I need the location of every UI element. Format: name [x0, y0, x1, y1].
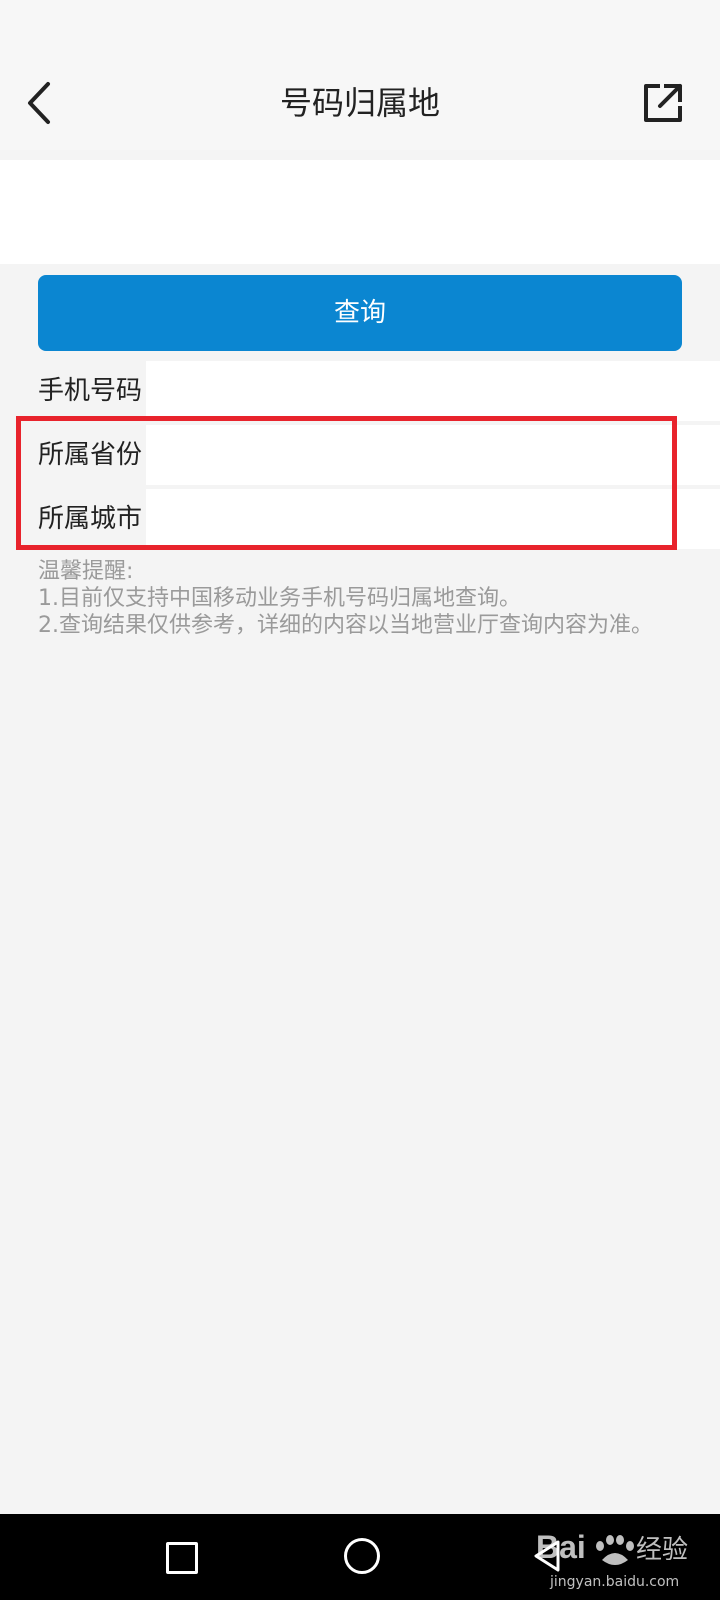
recent-apps-button[interactable] — [166, 1542, 198, 1574]
query-button[interactable]: 查询 — [38, 275, 682, 351]
phone-label: 手机号码 — [38, 376, 143, 406]
baidu-paw-logo: Bai 经验 — [536, 1529, 688, 1565]
phone-value — [146, 361, 720, 421]
watermark-domain: jingyan.baidu.com — [550, 1574, 680, 1590]
system-nav-bar: Bai 经验 jingyan.baidu.com — [0, 1514, 720, 1600]
page-title: 号码归属地 — [279, 84, 440, 122]
tips-title: 温馨提醒: — [38, 559, 134, 584]
svg-text:Bai: Bai — [536, 1529, 586, 1565]
phone-input-area — [0, 160, 720, 264]
result-row-phone: 手机号码 — [0, 361, 720, 421]
home-button[interactable] — [344, 1538, 380, 1574]
share-external-icon — [644, 84, 682, 122]
share-button[interactable] — [640, 80, 686, 126]
highlight-annotation — [16, 416, 677, 550]
baidu-watermark: Bai 经验 jingyan.baidu.com — [536, 1520, 706, 1596]
phone-number-input[interactable] — [38, 184, 686, 242]
tips-section: 温馨提醒: 1.目前仅支持中国移动业务手机号码归属地查询。 2.查询结果仅供参考… — [38, 558, 690, 639]
tips-line-1: 1.目前仅支持中国移动业务手机号码归属地查询。 — [38, 586, 521, 611]
svg-text:经验: 经验 — [636, 1535, 688, 1565]
top-bar: 号码归属地 — [0, 0, 720, 150]
tips-line-2: 2.查询结果仅供参考，详细的内容以当地营业厅查询内容为准。 — [38, 613, 653, 638]
app-screen: 号码归属地 查询 手机号码 所属省份 所属城市 温馨提醒: 1.目前仅支持中国移… — [0, 0, 720, 1600]
